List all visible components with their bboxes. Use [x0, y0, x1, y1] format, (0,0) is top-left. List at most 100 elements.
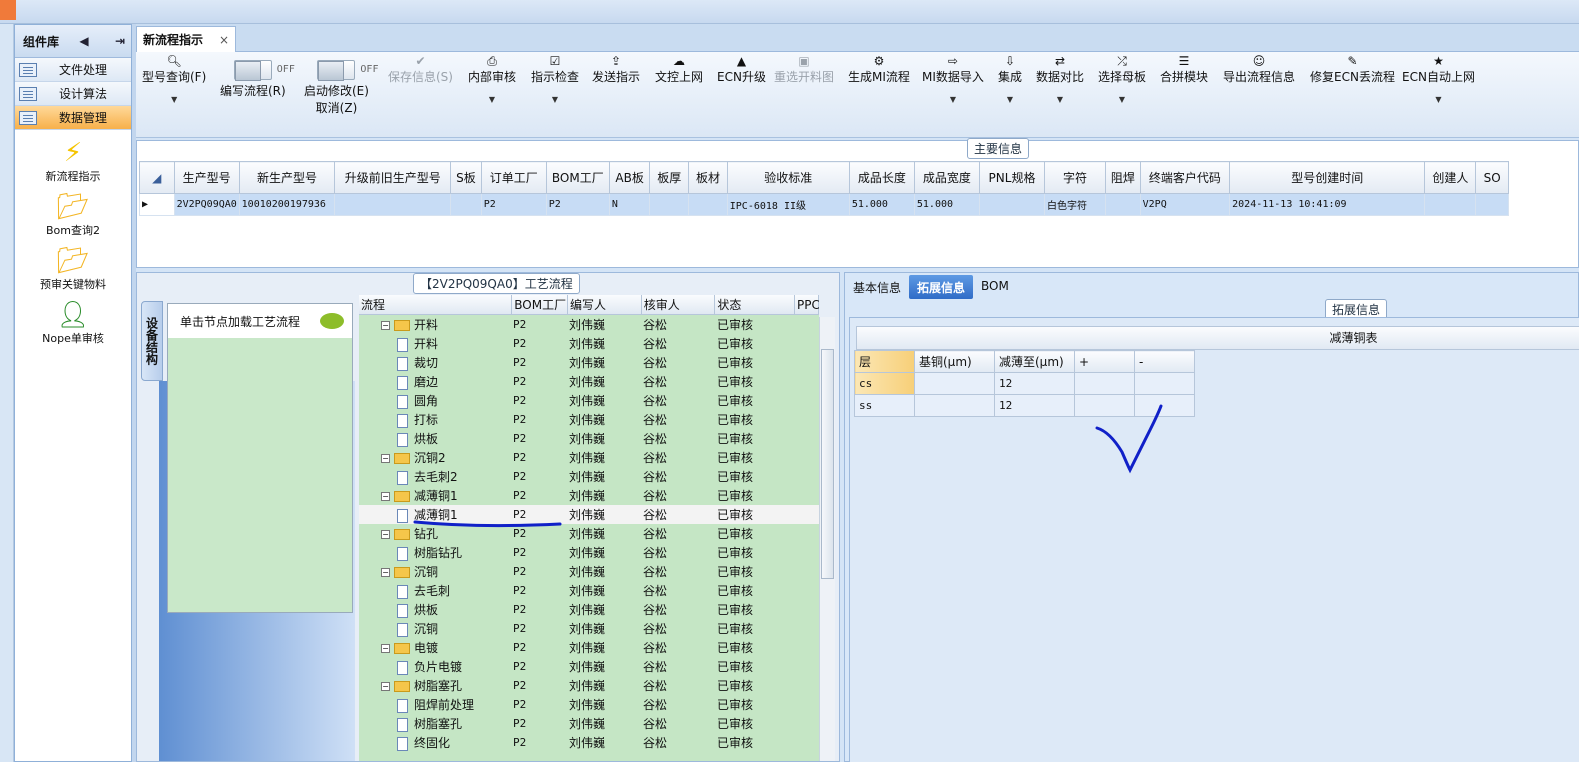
column-header[interactable]: 验收标准: [726, 161, 850, 194]
detail-tab[interactable]: 基本信息: [845, 275, 909, 299]
column-header[interactable]: PNL规格: [978, 161, 1046, 194]
collapse-icon[interactable]: −: [381, 492, 390, 501]
tree-row[interactable]: 圆角 P2 刘伟巍 谷松 已审核: [359, 391, 819, 410]
tree-row[interactable]: 裁切 P2 刘伟巍 谷松 已审核: [359, 353, 819, 372]
tree-row[interactable]: − 钻孔 P2 刘伟巍 谷松 已审核: [359, 524, 819, 543]
collapse-icon[interactable]: −: [381, 568, 390, 577]
tree-row[interactable]: 开料 P2 刘伟巍 谷松 已审核: [359, 334, 819, 353]
sidebar-tool[interactable]: 📂︎ 预审关键物料: [15, 246, 131, 292]
send-button[interactable]: ⇪ 发送指示: [592, 54, 640, 85]
column-header[interactable]: -: [1134, 350, 1195, 373]
table-cell[interactable]: 10010200197936: [238, 193, 336, 216]
dropdown-arrow-icon[interactable]: ▼: [171, 95, 177, 104]
tree-row[interactable]: 烘板 P2 刘伟巍 谷松 已审核: [359, 600, 819, 619]
internal-review-button[interactable]: ⎙ 内部审核 ▼: [468, 54, 516, 104]
tree-row[interactable]: 阻焊前处理 P2 刘伟巍 谷松 已审核: [359, 695, 819, 714]
table-cell[interactable]: [1134, 394, 1195, 417]
tree-row[interactable]: 减薄铜1 P2 刘伟巍 谷松 已审核: [359, 505, 819, 524]
tab-equipment-structure[interactable]: 设备结构: [141, 301, 163, 381]
column-header[interactable]: 型号创建时间: [1229, 161, 1426, 194]
column-header[interactable]: 阻焊: [1105, 161, 1141, 194]
dropdown-arrow-icon[interactable]: ▼: [1057, 95, 1063, 104]
reselect-cut-button[interactable]: ▣ 重选开料图: [774, 54, 834, 85]
table-cell[interactable]: [1105, 193, 1141, 216]
tree-column-header[interactable]: PPC: [795, 295, 819, 314]
sidebar-nav-item[interactable]: 数据管理: [15, 106, 131, 130]
merge-module-button[interactable]: ☰ 合拼模块: [1160, 54, 1208, 85]
collapse-icon[interactable]: −: [381, 454, 390, 463]
tree-row[interactable]: 终固化 P2 刘伟巍 谷松 已审核: [359, 733, 819, 752]
column-header[interactable]: 升级前旧生产型号: [334, 161, 452, 194]
column-header[interactable]: 字符: [1044, 161, 1107, 194]
dropdown-arrow-icon[interactable]: ▼: [489, 95, 495, 104]
dropdown-arrow-icon[interactable]: ▼: [1435, 95, 1441, 104]
column-header[interactable]: 成品长度: [848, 161, 915, 194]
tree-column-header[interactable]: 核审人: [642, 295, 716, 314]
sidebar-nav-item[interactable]: 设计算法: [15, 82, 131, 106]
collapse-icon[interactable]: −: [381, 530, 390, 539]
table-cell[interactable]: P2: [480, 193, 547, 216]
tree-column-header[interactable]: 编写人: [568, 295, 642, 314]
tree-row[interactable]: 磨边 P2 刘伟巍 谷松 已审核: [359, 372, 819, 391]
table-cell[interactable]: 51.000: [913, 193, 980, 216]
table-cell[interactable]: [1475, 193, 1509, 216]
dropdown-arrow-icon[interactable]: ▼: [1119, 95, 1125, 104]
table-cell[interactable]: [978, 193, 1046, 216]
table-cell[interactable]: P2: [545, 193, 610, 216]
sidebar-tool[interactable]: ⚡ 新流程指示: [15, 138, 131, 184]
tree-row[interactable]: 树脂钻孔 P2 刘伟巍 谷松 已审核: [359, 543, 819, 562]
dropdown-arrow-icon[interactable]: ▼: [950, 95, 956, 104]
column-header[interactable]: +: [1074, 350, 1135, 373]
cancel-label[interactable]: 取消(Z): [316, 99, 358, 116]
row-selector-icon[interactable]: ▶: [139, 193, 175, 216]
table-cell[interactable]: cs: [854, 372, 915, 395]
tree-row[interactable]: − 沉铜 P2 刘伟巍 谷松 已审核: [359, 562, 819, 581]
ecn-auto-button[interactable]: ★ ECN自动上网 ▼: [1402, 54, 1475, 104]
compare-button[interactable]: ⇄ 数据对比 ▼: [1036, 54, 1084, 104]
collapse-icon[interactable]: −: [381, 682, 390, 691]
table-cell[interactable]: [914, 394, 995, 417]
edit-flow-toggle[interactable]: OFF 编写流程(R): [220, 54, 295, 99]
tree-row[interactable]: 树脂塞孔 P2 刘伟巍 谷松 已审核: [359, 714, 819, 733]
auto-modify-toggle[interactable]: OFF 启动修改(E) 取消(Z): [304, 54, 378, 116]
table-cell[interactable]: [1424, 193, 1477, 216]
detail-tab[interactable]: 拓展信息: [909, 275, 974, 299]
tree-row[interactable]: − 电镀 P2 刘伟巍 谷松 已审核: [359, 638, 819, 657]
table-cell[interactable]: 51.000: [848, 193, 915, 216]
detail-tab[interactable]: BOM: [973, 275, 1017, 299]
sidebar-tool[interactable]: 📂︎ Bom查询2: [15, 192, 131, 238]
dropdown-arrow-icon[interactable]: ▼: [1007, 95, 1013, 104]
column-header[interactable]: 基铜(μm): [914, 350, 995, 373]
table-row[interactable]: ▶ 2V2PQ09QA0 10010200197936 P2 P2 N IPC-6018 I…: [139, 193, 1509, 216]
table-cell[interactable]: [334, 193, 452, 216]
save-button[interactable]: ✔ 保存信息(S): [388, 54, 453, 85]
table-cell[interactable]: [1074, 394, 1135, 417]
column-header[interactable]: BOM工厂: [545, 161, 610, 194]
table-cell[interactable]: 白色字符: [1044, 193, 1107, 216]
tree-row[interactable]: − 开料 P2 刘伟巍 谷松 已审核: [359, 315, 819, 334]
flow-loader-header[interactable]: 单击节点加载工艺流程: [168, 304, 352, 338]
table-cell[interactable]: 2024-11-13 10:41:09: [1229, 193, 1426, 216]
mi-import-button[interactable]: ⇨ MI数据导入 ▼: [922, 54, 984, 104]
tree-column-header[interactable]: 状态: [715, 295, 796, 314]
tree-row[interactable]: − 减薄铜1 P2 刘伟巍 谷松 已审核: [359, 486, 819, 505]
table-cell[interactable]: IPC-6018 II级: [726, 193, 850, 216]
sidebar-tool[interactable]: 👤︎ Nope单审核: [15, 300, 131, 346]
toggle-switch[interactable]: OFF: [317, 60, 378, 81]
scroll-thumb[interactable]: [821, 349, 834, 579]
table-cell[interactable]: V2PQ: [1139, 193, 1231, 216]
column-header[interactable]: 终端客户代码: [1139, 161, 1231, 194]
table-cell[interactable]: 12: [994, 372, 1075, 395]
column-header[interactable]: AB板: [608, 161, 651, 194]
collapse-icon[interactable]: −: [381, 644, 390, 653]
table-row[interactable]: cs 12: [854, 372, 1195, 395]
table-cell[interactable]: [1074, 372, 1135, 395]
check-button[interactable]: ☑ 指示检查 ▼: [531, 54, 579, 104]
integrate-button[interactable]: ⇩ 集成 ▼: [998, 54, 1022, 104]
ecn-upgrade-button[interactable]: ▲ ECN升级: [717, 54, 766, 85]
toggle-switch[interactable]: OFF: [233, 60, 295, 81]
gen-mi-button[interactable]: ⚙ 生成MI流程: [848, 54, 910, 85]
column-header[interactable]: 减薄至(μm): [994, 350, 1075, 373]
column-header[interactable]: 创建人: [1424, 161, 1477, 194]
tree-scrollbar[interactable]: [819, 317, 835, 761]
